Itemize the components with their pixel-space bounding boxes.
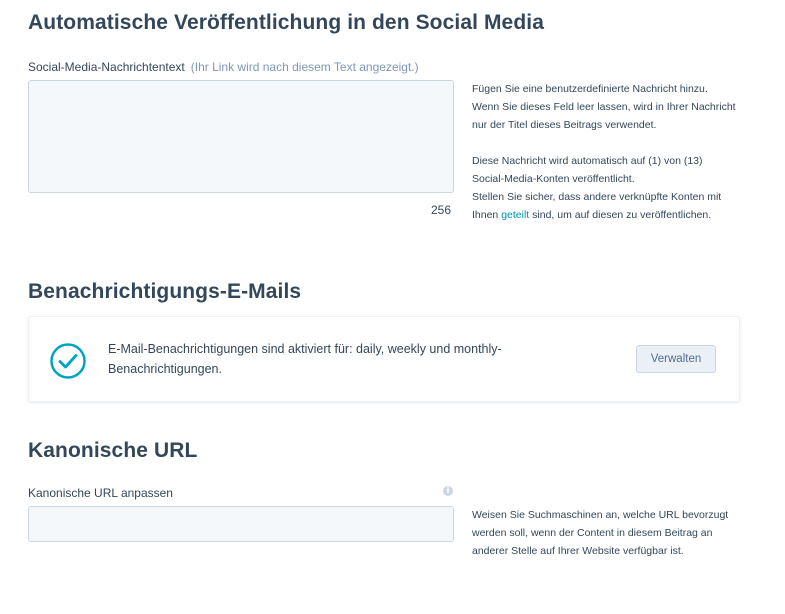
info-icon[interactable]: i [443, 486, 453, 496]
canonical-help-text: Weisen Sie Suchmaschinen an, welche URL … [472, 509, 729, 557]
social-field-label-row: Social-Media-Nachrichtentext (Ihr Link wi… [28, 58, 419, 76]
social-message-hint: (Ihr Link wird nach diesem Text angezeig… [190, 60, 419, 74]
social-help-accounts: Diese Nachricht wird automatisch auf (1)… [472, 155, 703, 185]
check-circle-icon [49, 342, 87, 380]
notifications-section-title: Benachrichtigungs-E-Mails [28, 280, 302, 303]
social-help-paragraph: Fügen Sie eine benutzerdefinierte Nachri… [472, 83, 736, 131]
social-section-title: Automatische Veröffentlichung in den Soc… [28, 11, 544, 34]
shared-link[interactable]: geteilt [501, 209, 529, 221]
canonical-url-input[interactable] [28, 506, 454, 542]
notifications-status-text: E-Mail-Benachrichtigungen sind aktiviert… [108, 342, 502, 376]
canonical-url-label: Kanonische URL anpassen [28, 486, 173, 500]
notifications-card: E-Mail-Benachrichtigungen sind aktiviert… [28, 316, 740, 402]
manage-button[interactable]: Verwalten [636, 345, 716, 373]
social-message-label: Social-Media-Nachrichtentext [28, 60, 185, 74]
social-help-sharing: Stellen Sie sicher, dass andere verknüpf… [472, 188, 737, 224]
social-message-textarea[interactable] [28, 80, 454, 193]
social-help-sharing-after: sind, um auf diesen zu veröffentlichen. [529, 209, 712, 221]
social-help-text: Fügen Sie eine benutzerdefinierte Nachri… [472, 80, 737, 224]
character-counter: 256 [431, 203, 452, 217]
canonical-section-title: Kanonische URL [28, 439, 198, 462]
